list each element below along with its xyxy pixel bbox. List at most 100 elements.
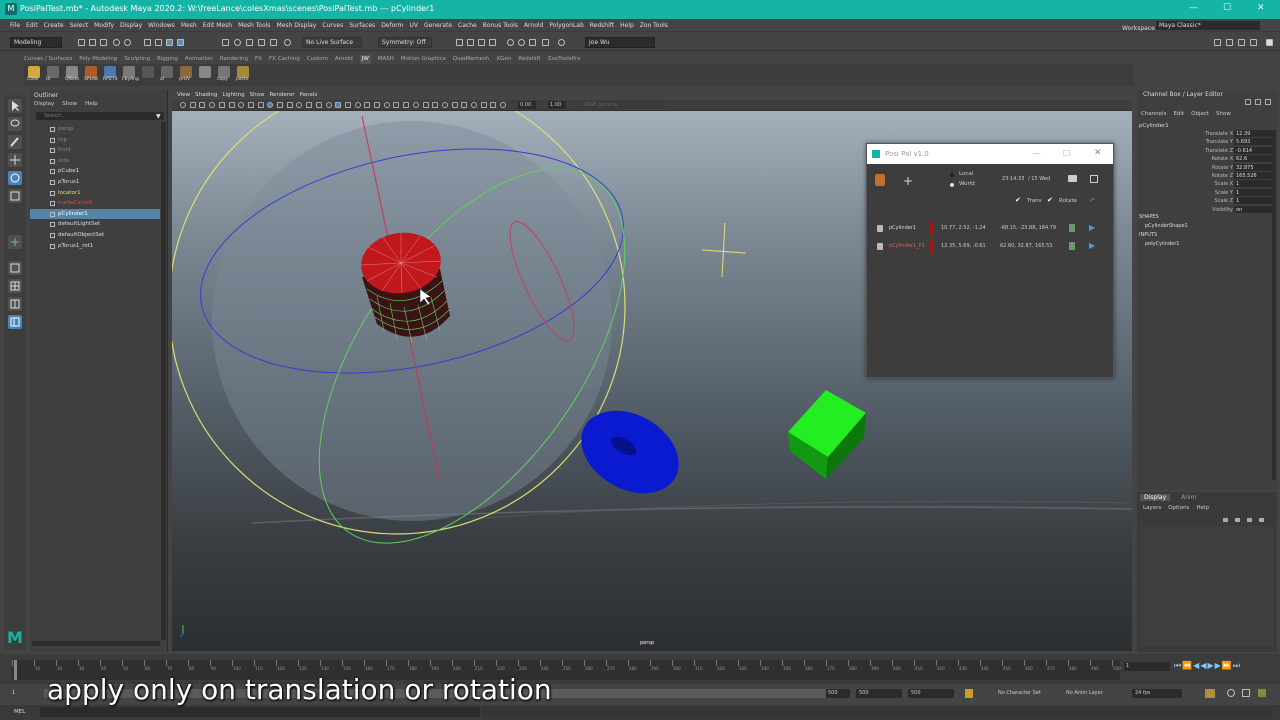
outliner-hscrollbar[interactable]	[32, 641, 160, 646]
channel-value[interactable]: on	[1234, 205, 1272, 213]
viewport-tool-18-icon[interactable]	[354, 102, 361, 108]
menu-cache[interactable]: Cache	[458, 19, 477, 32]
viewport-tool-3-icon[interactable]	[209, 102, 216, 108]
paint-select-tool-icon[interactable]	[8, 135, 22, 149]
menu-file[interactable]: File	[10, 19, 20, 32]
hypershade-icon[interactable]	[489, 39, 496, 46]
viewport-tool-32-icon[interactable]	[490, 102, 497, 108]
menu-help[interactable]: Help	[620, 19, 634, 32]
shelf-tab-mash[interactable]: MASH	[378, 55, 394, 64]
menu-bonus-tools[interactable]: Bonus Tools	[483, 19, 518, 32]
step-back-key-icon[interactable]: ⏪	[1182, 661, 1193, 670]
four-view-icon[interactable]	[8, 279, 22, 293]
mel-label[interactable]: MEL	[14, 709, 25, 715]
menu-edit[interactable]: Edit	[26, 19, 38, 32]
viewport-tool-13-icon[interactable]	[306, 102, 313, 108]
viewport-tool-26-icon[interactable]	[432, 102, 439, 108]
viewport-tool-24-icon[interactable]	[412, 102, 419, 108]
shelf-tab-fx-caching[interactable]: FX Caching	[269, 55, 300, 64]
channel-value[interactable]: 62.6	[1234, 155, 1272, 163]
new-layer-selected-icon[interactable]	[1259, 518, 1264, 522]
viewport-tool-7-icon[interactable]	[247, 102, 254, 108]
entry-play-icon[interactable]: ▶	[1089, 241, 1095, 250]
viewport-tool-22-icon[interactable]	[393, 102, 400, 108]
undo-icon[interactable]	[113, 39, 120, 46]
new-scene-icon[interactable]	[78, 39, 85, 46]
outliner-item-defaultobjectset[interactable]: defaultObjectSet	[30, 230, 160, 240]
outliner-item-defaultlightset[interactable]: defaultLightSet	[30, 219, 160, 229]
select-component-icon[interactable]	[166, 39, 173, 46]
snap-surface-icon[interactable]	[270, 39, 277, 46]
viewport-tool-11-icon[interactable]	[286, 102, 293, 108]
options-menu[interactable]: Options	[1168, 505, 1189, 511]
outliner-menu-display[interactable]: Display	[34, 101, 54, 107]
viewport-tool-29-icon[interactable]	[461, 102, 468, 108]
step-forward-icon[interactable]: ▶	[1215, 661, 1222, 670]
arnold-render-icon[interactable]	[507, 39, 514, 46]
shape-node-name[interactable]: pCylinderShape1	[1145, 223, 1188, 229]
channel-row-scale-z[interactable]: Scale Z1	[1137, 197, 1273, 206]
attribute-editor-icon[interactable]	[1226, 39, 1233, 46]
menu-set-select[interactable]: Modeling	[10, 37, 62, 48]
menu-generate[interactable]: Generate	[424, 19, 452, 32]
snap-view-icon[interactable]	[258, 39, 265, 46]
last-tool-icon[interactable]	[8, 235, 22, 249]
channel-row-scale-x[interactable]: Scale X1	[1137, 180, 1273, 189]
outliner-item-ptorus1_rot1[interactable]: pTorus1_rot1	[30, 241, 160, 251]
shelf-tab-redshift[interactable]: Redshift	[518, 55, 540, 64]
menu-uv[interactable]: UV	[410, 19, 419, 32]
arnold-ipr-icon[interactable]	[518, 39, 525, 46]
viewport-tool-4-icon[interactable]	[218, 102, 225, 108]
posi-pal-entry[interactable]: pCylinder1 10.77, 2.52, -1.24 -68.15, -23.…	[875, 222, 1107, 236]
gamma-field[interactable]: 1.00	[548, 101, 566, 109]
render-settings-icon[interactable]	[478, 39, 485, 46]
channel-value[interactable]: 12.39	[1234, 130, 1272, 137]
snap-curve-icon[interactable]	[234, 39, 241, 46]
channel-box-float-icon[interactable]	[1255, 99, 1261, 105]
menu-mesh[interactable]: Mesh	[181, 19, 197, 32]
go-end-icon[interactable]: ⏭	[1233, 661, 1241, 670]
modeling-toolkit-icon[interactable]	[1214, 39, 1221, 46]
viewport-tool-14-icon[interactable]	[315, 102, 322, 108]
viewport-tool-10-icon[interactable]	[277, 102, 283, 108]
entry-play-icon[interactable]: ▶	[1089, 223, 1095, 232]
menu-zoo-tools[interactable]: Zoo Tools	[640, 19, 668, 32]
menu-create[interactable]: Create	[44, 19, 64, 32]
viewport-menu-shading[interactable]: Shading	[195, 91, 217, 100]
apply-arrow-icon[interactable]: ➚	[1089, 196, 1095, 204]
channel-value[interactable]: 165.526	[1234, 172, 1272, 179]
channel-box-icon[interactable]	[1250, 39, 1257, 46]
anim-end-field[interactable]: 500	[856, 689, 902, 698]
shelf-tab-animation[interactable]: Animation	[185, 55, 213, 64]
scale-tool-icon[interactable]	[8, 189, 22, 203]
menu-mesh-display[interactable]: Mesh Display	[277, 19, 317, 32]
folder-icon[interactable]	[1068, 175, 1077, 182]
menu-curves[interactable]: Curves	[322, 19, 343, 32]
audio-icon[interactable]	[1227, 689, 1235, 697]
channel-value[interactable]: 1	[1234, 188, 1272, 196]
outliner-item-top[interactable]: top	[30, 135, 160, 145]
local-radio[interactable]	[950, 173, 954, 177]
viewport-tool-9-icon[interactable]	[267, 102, 274, 108]
viewport-tool-28-icon[interactable]	[451, 102, 458, 108]
crosshair-icon[interactable]: +	[903, 174, 913, 188]
playback-end-field[interactable]: 500	[908, 689, 954, 698]
minimize-button[interactable]: —	[1189, 3, 1198, 13]
snap-grid-icon[interactable]	[222, 39, 229, 46]
viewport-tool-21-icon[interactable]	[383, 102, 390, 108]
layer-tab-anim[interactable]: Anim	[1181, 494, 1196, 501]
maximize-button[interactable]: ☐	[1223, 3, 1231, 13]
layers-menu[interactable]: Layers	[1143, 505, 1161, 511]
menu-select[interactable]: Select	[70, 19, 89, 32]
viewport-tool-5-icon[interactable]	[228, 102, 235, 108]
shelf-tab-rendering[interactable]: Rendering	[220, 55, 248, 64]
object-menu[interactable]: Object	[1191, 111, 1209, 117]
posi-pal-maximize-button[interactable]: ☐	[1063, 149, 1070, 158]
viewport-tool-25-icon[interactable]	[422, 102, 429, 108]
command-input[interactable]	[40, 707, 480, 717]
color-space-select[interactable]: sRGB gamma	[580, 101, 666, 109]
menu-arnold[interactable]: Arnold	[524, 19, 543, 32]
help-menu[interactable]: Help	[1196, 505, 1209, 511]
channel-value[interactable]: 32.875	[1234, 163, 1272, 171]
menu-display[interactable]: Display	[120, 19, 142, 32]
